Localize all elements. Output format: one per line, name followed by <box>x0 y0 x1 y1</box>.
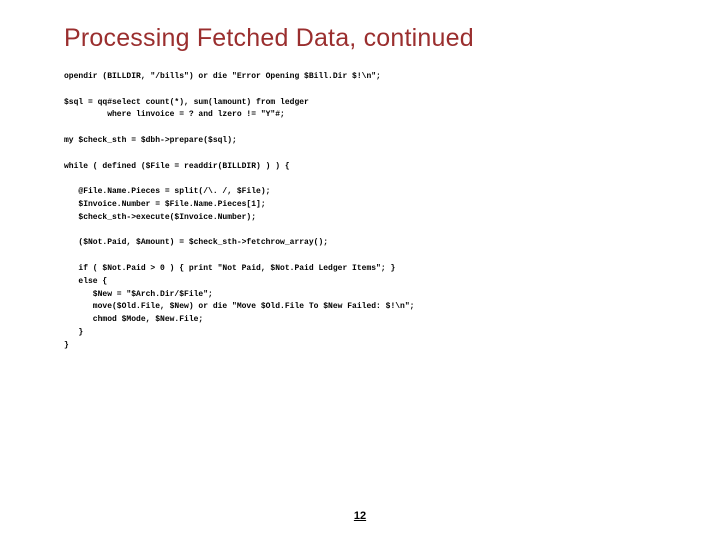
code-block: opendir (BILLDIR, "/bills") or die "Erro… <box>64 71 672 353</box>
page-number: 12 <box>0 510 720 522</box>
slide-title: Processing Fetched Data, continued <box>64 24 672 53</box>
slide: Processing Fetched Data, continued opend… <box>0 0 720 540</box>
